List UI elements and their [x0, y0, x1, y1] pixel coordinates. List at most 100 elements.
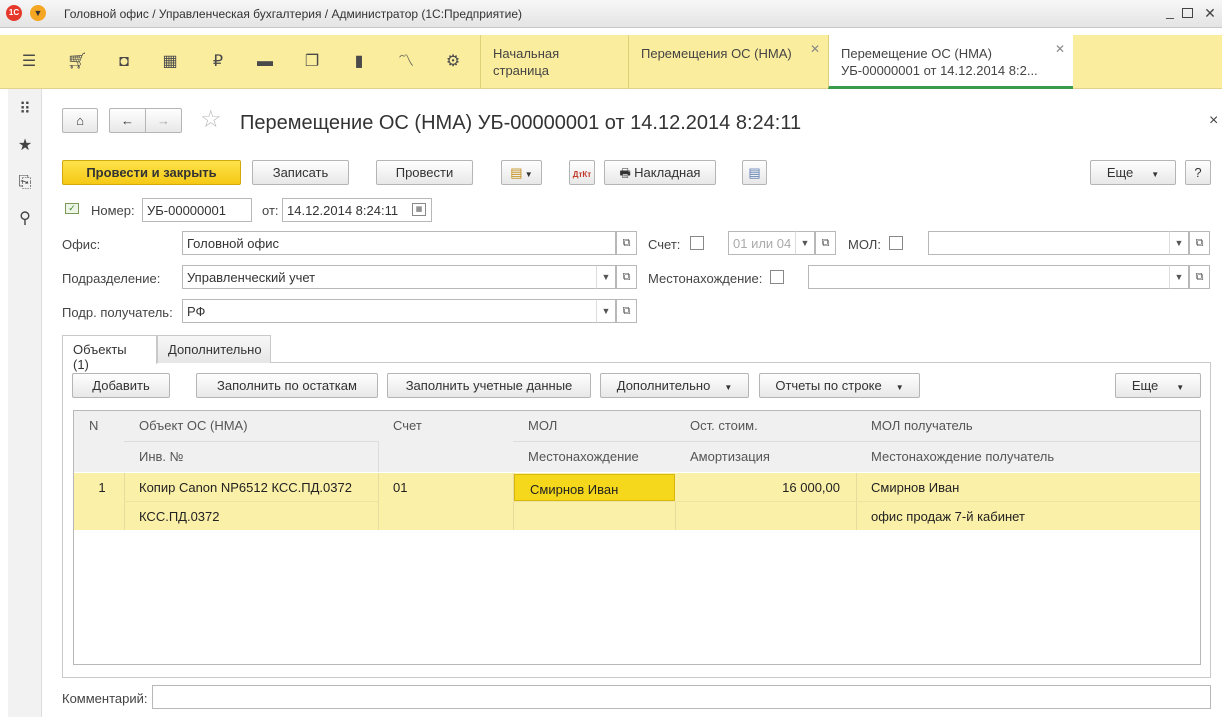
tab-objects[interactable]: Объекты (1) [62, 335, 157, 372]
tab-movements-list[interactable]: Перемещения ОС (НМА) ✕ [628, 35, 828, 89]
division-dropdown-icon[interactable]: ▼ [596, 265, 616, 289]
recipient-field[interactable]: РФ [182, 299, 597, 323]
cell-mol[interactable]: Смирнов Иван [514, 474, 675, 501]
column-header-mol[interactable]: МОЛ [513, 411, 676, 442]
column-header-location[interactable]: Местонахождение [513, 441, 676, 472]
truck-icon[interactable]: ▬ [256, 53, 274, 71]
cell-residual[interactable]: 16 000,00 [675, 473, 857, 502]
minimize-icon[interactable]: _ [1162, 4, 1178, 21]
favorites-star-icon[interactable]: ★ [16, 137, 34, 155]
history-icon[interactable]: ⎘ [16, 174, 34, 192]
office-open-icon[interactable]: ⧉ [616, 231, 637, 255]
table-more-button[interactable]: Еще ▼ [1115, 373, 1201, 398]
mol-label: МОЛ: [848, 237, 881, 252]
create-based-on-button[interactable]: ▤ ▼ [501, 160, 542, 185]
more-actions-button[interactable]: Еще ▼ [1090, 160, 1176, 185]
gear-icon[interactable]: ⚙ [444, 53, 462, 71]
bag-icon[interactable]: ◘ [115, 53, 133, 71]
mol-open-icon[interactable]: ⧉ [1189, 231, 1210, 255]
accounting-entries-button[interactable]: ДтКт [569, 160, 595, 185]
post-and-close-button[interactable]: Провести и закрыть [62, 160, 241, 185]
comment-field[interactable] [152, 685, 1211, 709]
maximize-icon[interactable] [1182, 8, 1193, 18]
favorite-star-icon[interactable]: ☆ [200, 108, 222, 132]
report-button[interactable]: ▤ [742, 160, 767, 185]
cell-location[interactable] [513, 501, 676, 530]
tab-label: Перемещения ОС (НМА) [641, 46, 792, 61]
column-header-inv[interactable]: Инв. № [124, 441, 379, 472]
trend-icon[interactable]: 〽 [397, 53, 415, 71]
forward-button[interactable]: → [145, 108, 182, 133]
tab-home[interactable]: Начальная страница [480, 35, 628, 89]
column-header-object[interactable]: Объект ОС (НМА) [124, 411, 379, 442]
division-field[interactable]: Управленческий учет [182, 265, 597, 289]
objects-table[interactable]: N Объект ОС (НМА) Счет МОЛ Ост. стоим. М… [73, 410, 1201, 665]
column-header-mol-recipient[interactable]: МОЛ получатель [856, 411, 1200, 442]
fill-balances-button[interactable]: Заполнить по остаткам [196, 373, 378, 398]
cell-n[interactable]: 1 [74, 473, 125, 530]
cell-account[interactable]: 01 [378, 473, 514, 530]
left-toolbar: ⠿ ★ ⎘ ⚲ [8, 89, 42, 717]
cart-icon[interactable]: 🛒︎ [67, 53, 87, 71]
back-button[interactable]: ← [109, 108, 146, 133]
office-field[interactable]: Головной офис [182, 231, 616, 255]
add-button[interactable]: Добавить [72, 373, 170, 398]
number-field[interactable]: УБ-00000001 [142, 198, 252, 222]
comment-label: Комментарий: [62, 691, 148, 706]
apps-grid-icon[interactable]: ⠿ [16, 101, 34, 119]
column-header-n[interactable]: N [74, 411, 125, 472]
close-window-icon[interactable]: ✕ [1202, 5, 1218, 21]
location-open-icon[interactable]: ⧉ [1189, 265, 1210, 289]
search-icon[interactable]: ⚲ [16, 210, 34, 228]
close-tab-icon[interactable]: ✕ [810, 41, 820, 58]
chevron-down-icon: ▼ [1176, 383, 1185, 392]
fill-accounting-button[interactable]: Заполнить учетные данные [387, 373, 591, 398]
location-checkbox[interactable] [770, 270, 784, 284]
tab-current-document[interactable]: Перемещение ОС (НМА) УБ-00000001 от 14.1… [828, 35, 1073, 89]
bar-chart-icon[interactable]: ▮ [350, 53, 368, 71]
recipient-open-icon[interactable]: ⧉ [616, 299, 637, 323]
window-title: Головной офис / Управленческая бухгалтер… [64, 7, 523, 21]
menu-icon[interactable]: ☰ [20, 53, 38, 71]
post-button[interactable]: Провести [376, 160, 473, 185]
invoice-label: Накладная [634, 165, 701, 180]
mol-dropdown-icon[interactable]: ▼ [1169, 231, 1189, 255]
column-header-depreciation[interactable]: Амортизация [675, 441, 857, 472]
close-document-icon[interactable]: × [1209, 112, 1218, 130]
table-row[interactable]: 1 Копир Canon NP6512 КСС.ПД.0372 КСС.ПД.… [74, 473, 1200, 530]
chevron-down-icon: ▼ [895, 383, 904, 392]
help-button[interactable]: ? [1185, 160, 1211, 185]
account-checkbox[interactable] [690, 236, 704, 250]
date-label: от: [262, 203, 279, 218]
home-button[interactable]: ⌂ [62, 108, 98, 133]
division-open-icon[interactable]: ⧉ [616, 265, 637, 289]
column-header-residual[interactable]: Ост. стоим. [675, 411, 857, 442]
tab-additional[interactable]: Дополнительно [157, 335, 271, 363]
location-dropdown-icon[interactable]: ▼ [1169, 265, 1189, 289]
cell-object[interactable]: Копир Canon NP6512 КСС.ПД.0372 [124, 473, 379, 502]
mol-checkbox[interactable] [889, 236, 903, 250]
grid-icon[interactable]: ▦ [161, 53, 179, 71]
app-menu-icon[interactable]: ▼ [30, 5, 46, 21]
column-header-account[interactable]: Счет [378, 411, 514, 472]
row-reports-button[interactable]: Отчеты по строке ▼ [759, 373, 920, 398]
calendar-icon[interactable]: ▦ [412, 203, 426, 216]
location-field[interactable] [808, 265, 1170, 289]
documents-icon[interactable]: ❐ [303, 53, 321, 71]
column-header-location-recipient[interactable]: Местонахождение получатель [856, 441, 1200, 472]
invoice-print-button[interactable]: 🖶︎ Накладная [604, 160, 716, 185]
additional-menu-button[interactable]: Дополнительно ▼ [600, 373, 749, 398]
mol-field[interactable] [928, 231, 1170, 255]
account-field[interactable]: 01 или 04 [728, 231, 796, 255]
cell-depreciation[interactable] [675, 501, 857, 530]
ruble-icon[interactable]: ₽ [209, 53, 227, 71]
save-button[interactable]: Записать [252, 160, 349, 185]
cell-inv[interactable]: КСС.ПД.0372 [124, 501, 379, 530]
cell-location-recipient[interactable]: офис продаж 7-й кабинет [856, 501, 1200, 530]
cell-mol-recipient[interactable]: Смирнов Иван [856, 473, 1200, 502]
close-tab-icon[interactable]: ✕ [1055, 41, 1065, 58]
account-open-icon[interactable]: ⧉ [815, 231, 836, 255]
date-field[interactable]: 14.12.2014 8:24:11 [282, 198, 432, 222]
account-dropdown-icon[interactable]: ▼ [795, 231, 815, 255]
recipient-dropdown-icon[interactable]: ▼ [596, 299, 616, 323]
